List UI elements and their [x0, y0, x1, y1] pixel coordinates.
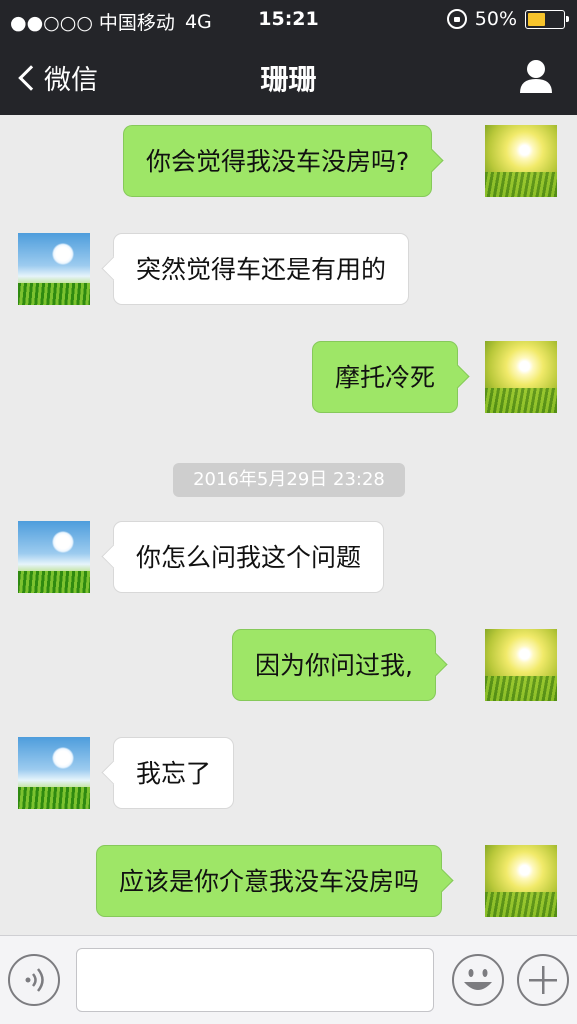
contact-avatar[interactable]	[18, 737, 90, 809]
input-bar	[0, 935, 577, 1024]
chat-title: 珊珊	[260, 63, 317, 96]
timestamp-label: 2016年5月29日 23:28	[173, 463, 405, 497]
battery-percent: 50%	[474, 8, 517, 30]
message-bubble-outgoing[interactable]: 你会觉得我没车没房吗?	[123, 125, 433, 197]
nav-bar: 微信 珊珊	[0, 40, 577, 115]
my-avatar[interactable]	[485, 125, 557, 197]
message-bubble-incoming[interactable]: 我忘了	[113, 737, 235, 809]
status-bar: ●●○○○ 中国移动 4G 15:21 50%	[0, 0, 577, 40]
plus-icon	[529, 966, 557, 994]
message-bubble-outgoing[interactable]: 应该是你介意我没车没房吗	[96, 845, 443, 917]
battery-icon	[525, 9, 569, 29]
voice-icon	[25, 968, 44, 992]
message-list[interactable]: 你会觉得我没车没房吗? 突然觉得车还是有用的 摩托冷死 2016年5月29日 2…	[0, 115, 577, 935]
emoji-button[interactable]	[452, 954, 504, 1006]
rotation-lock-icon	[446, 9, 467, 29]
my-avatar[interactable]	[485, 629, 557, 701]
message-bubble-incoming[interactable]: 突然觉得车还是有用的	[113, 233, 410, 305]
voice-button[interactable]	[8, 954, 60, 1006]
message-bubble-incoming[interactable]: 你怎么问我这个问题	[113, 521, 385, 593]
message-bubble-outgoing[interactable]: 因为你问过我,	[232, 629, 436, 701]
message-bubble-outgoing[interactable]: 摩托冷死	[312, 341, 459, 413]
contact-info-button[interactable]	[519, 58, 553, 94]
more-button[interactable]	[517, 954, 569, 1006]
my-avatar[interactable]	[485, 341, 557, 413]
emoji-icon	[464, 969, 492, 990]
person-icon	[520, 60, 552, 93]
contact-avatar[interactable]	[18, 233, 90, 305]
my-avatar[interactable]	[485, 845, 557, 917]
message-input[interactable]	[76, 948, 434, 1012]
contact-avatar[interactable]	[18, 521, 90, 593]
